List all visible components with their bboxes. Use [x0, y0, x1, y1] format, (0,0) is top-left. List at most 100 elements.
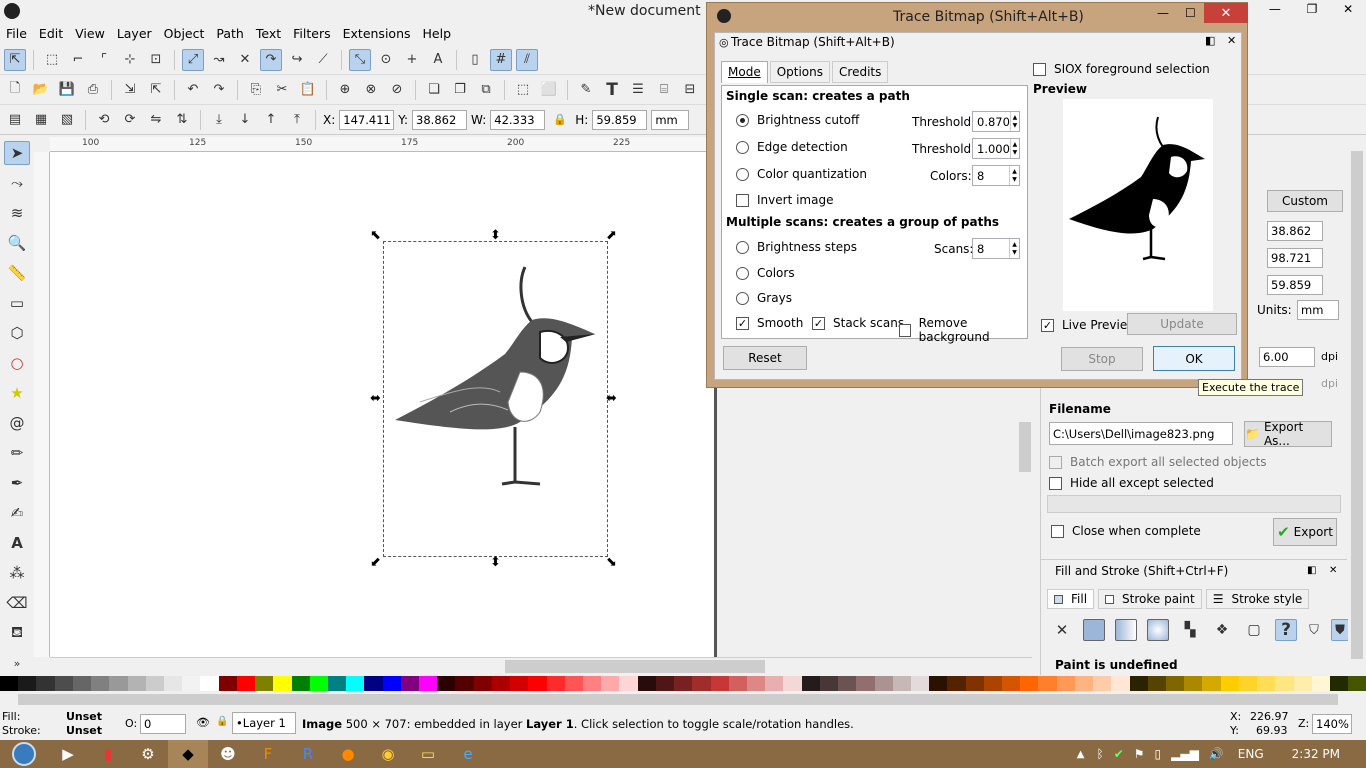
colors-option[interactable]: Colors: [736, 266, 795, 280]
menu-filters[interactable]: Filters: [287, 26, 336, 41]
menu-path[interactable]: Path: [210, 26, 249, 41]
color-palette[interactable]: [0, 676, 1366, 691]
visibility-icon[interactable]: 👁: [196, 716, 210, 729]
panel-vertical-scrollbar[interactable]: [1348, 137, 1366, 675]
tray-network-icon[interactable]: ▂▄▆: [1171, 747, 1199, 761]
palette-swatch[interactable]: [728, 676, 747, 691]
y-field[interactable]: 38.862: [412, 109, 468, 130]
colors-spin[interactable]: 8 ▲ ▼: [972, 165, 1020, 186]
tray-check-icon[interactable]: ✔: [1114, 747, 1124, 761]
text-tool-icon[interactable]: A: [4, 531, 30, 555]
brightness-steps-option[interactable]: Brightness steps: [736, 240, 857, 254]
snap-midpath-icon[interactable]: ↪: [286, 49, 308, 71]
palette-swatch[interactable]: [291, 676, 310, 691]
rotate-ccw-icon[interactable]: ⟲: [93, 109, 115, 131]
palette-swatch[interactable]: [182, 676, 201, 691]
snap-intersection-icon[interactable]: ✕: [234, 49, 256, 71]
snap-nodes-icon[interactable]: ⤢: [182, 48, 204, 71]
select-all-layers-icon[interactable]: ▦: [30, 109, 52, 131]
palette-swatch[interactable]: [419, 676, 438, 691]
tab-credits[interactable]: Credits: [832, 61, 889, 83]
layer-select[interactable]: •Layer 1: [232, 712, 296, 734]
scale-handle-ne-icon[interactable]: ⬈: [606, 228, 617, 243]
lower-bottom-icon[interactable]: ⤓: [208, 109, 230, 131]
scale-handle-e-icon[interactable]: ⬌: [606, 391, 617, 406]
palette-swatch[interactable]: [1202, 676, 1221, 691]
ungroup-icon[interactable]: ⬜: [538, 79, 560, 101]
stroke-value[interactable]: Unset: [66, 724, 102, 737]
palette-swatch[interactable]: [127, 676, 146, 691]
linear-gradient-icon[interactable]: [1115, 619, 1137, 641]
dialog-minimize-icon[interactable]: —: [1157, 6, 1169, 20]
close-when-complete-option[interactable]: Close when complete: [1051, 524, 1201, 538]
export-y1-field[interactable]: 59.859: [1267, 275, 1323, 295]
palette-swatch[interactable]: [327, 676, 347, 691]
palette-swatch[interactable]: [564, 676, 583, 691]
palette-swatch[interactable]: [583, 676, 602, 691]
palette-swatch[interactable]: [619, 676, 638, 691]
snap-grid-icon[interactable]: #: [490, 48, 512, 71]
flip-vertical-icon[interactable]: ⇅: [171, 109, 193, 131]
menu-view[interactable]: View: [69, 26, 111, 41]
duplicate-icon[interactable]: ❏: [423, 79, 445, 101]
scale-handle-n-icon[interactable]: ⬍: [490, 228, 501, 243]
tab-fill[interactable]: Fill: [1047, 589, 1095, 609]
palette-swatch[interactable]: [145, 676, 164, 691]
more-tools-icon[interactable]: »: [4, 651, 30, 675]
colors-radio[interactable]: [736, 266, 749, 280]
tab-options[interactable]: Options: [769, 61, 831, 83]
close-when-complete-checkbox[interactable]: [1051, 524, 1064, 538]
tray-clock[interactable]: 2:32 PM: [1292, 747, 1340, 761]
tray-language[interactable]: ENG: [1238, 747, 1264, 761]
export-x1-field[interactable]: 98.721: [1267, 248, 1323, 268]
palette-swatch[interactable]: [1147, 676, 1166, 691]
zoom-drawing-icon[interactable]: ⊗: [360, 79, 382, 101]
unset-paint-icon[interactable]: ▢: [1243, 619, 1265, 641]
tray-bluetooth-icon[interactable]: ᛒ: [1097, 747, 1104, 761]
export-units-select[interactable]: mm: [1297, 300, 1339, 320]
palette-swatch[interactable]: [910, 676, 930, 691]
scroll-thumb[interactable]: [505, 660, 765, 673]
palette-swatch[interactable]: [601, 676, 620, 691]
layers-icon[interactable]: ☰: [627, 79, 649, 101]
stack-scans-checkbox[interactable]: ✓: [812, 316, 825, 330]
palette-swatch[interactable]: [1129, 676, 1148, 691]
lapwing-bird-image[interactable]: [390, 262, 600, 487]
palette-swatch[interactable]: [1311, 676, 1330, 691]
grays-radio[interactable]: [736, 291, 749, 305]
tray-up-arrow-icon[interactable]: ▲: [1077, 749, 1085, 760]
taskbar-gear-app-icon[interactable]: ⚙: [128, 740, 168, 768]
flat-color-icon[interactable]: [1083, 619, 1105, 641]
opacity-field[interactable]: 0: [140, 714, 186, 734]
spin-arrows-icon[interactable]: ▲ ▼: [1009, 239, 1019, 258]
canvas[interactable]: ⬉ ⬍ ⬈ ⬌ ⬌ ⬋ ⬍ ⬊: [50, 152, 714, 657]
lock-icon[interactable]: 🔒: [549, 109, 571, 131]
grays-option[interactable]: Grays: [736, 291, 792, 305]
palette-swatch[interactable]: [72, 676, 92, 691]
spiral-tool-icon[interactable]: @: [4, 411, 30, 435]
brightness-cutoff-option[interactable]: Brightness cutoff: [736, 113, 859, 127]
palette-swatch[interactable]: [309, 676, 328, 691]
hide-all-option[interactable]: Hide all except selected: [1049, 476, 1214, 490]
palette-swatch[interactable]: [947, 676, 966, 691]
palette-swatch[interactable]: [692, 676, 711, 691]
snap-others-icon[interactable]: ⤡: [349, 48, 371, 71]
batch-export-checkbox[interactable]: [1049, 455, 1062, 469]
group-icon[interactable]: ⬚: [512, 79, 534, 101]
export-button[interactable]: ✔ Export: [1273, 518, 1337, 546]
scale-handle-nw-icon[interactable]: ⬉: [370, 228, 381, 243]
snap-guide-icon[interactable]: ⫽: [516, 48, 538, 71]
palette-swatch[interactable]: [1257, 676, 1276, 691]
scroll-thumb[interactable]: [1019, 422, 1031, 472]
reset-button[interactable]: Reset: [723, 346, 807, 370]
snap-corner-icon[interactable]: ⌜: [93, 49, 115, 71]
rotate-cw-icon[interactable]: ⟳: [119, 109, 141, 131]
raise-icon[interactable]: ↑: [260, 109, 282, 131]
edge-detection-option[interactable]: Edge detection: [736, 140, 848, 154]
stop-button[interactable]: Stop: [1061, 347, 1143, 371]
print-icon[interactable]: ⎙: [82, 79, 104, 101]
taskbar-media-icon[interactable]: ▶: [48, 740, 88, 768]
scale-handle-w-icon[interactable]: ⬌: [370, 391, 381, 406]
palette-swatch[interactable]: [1020, 676, 1039, 691]
node-tool-icon[interactable]: ⤳: [4, 171, 30, 195]
